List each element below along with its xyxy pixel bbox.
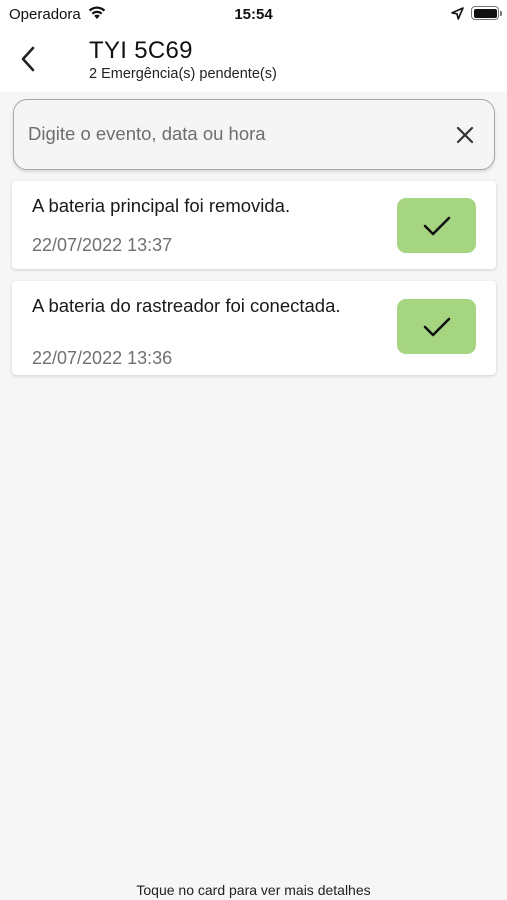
battery-icon <box>471 6 502 20</box>
search-input[interactable] <box>28 112 438 156</box>
event-description: A bateria principal foi removida. <box>32 195 291 216</box>
checkmark-icon <box>423 216 450 235</box>
clear-search-button[interactable] <box>452 122 478 148</box>
acknowledge-button[interactable] <box>397 299 476 354</box>
event-datetime: 22/07/2022 13:36 <box>32 348 173 368</box>
event-description: A bateria do rastreador foi conectada. <box>32 295 341 316</box>
chevron-left-icon <box>21 46 35 72</box>
back-button[interactable] <box>12 42 44 76</box>
search-box <box>13 99 495 170</box>
status-bar: Operadora 15:54 <box>0 0 507 30</box>
footer-hint: Toque no card para ver mais detalhes <box>136 882 371 898</box>
clock: 15:54 <box>234 6 273 23</box>
page-title: TYI 5C69 <box>89 37 193 64</box>
location-arrow-icon <box>451 7 464 20</box>
close-icon <box>456 126 474 144</box>
event-datetime: 22/07/2022 13:37 <box>32 235 173 255</box>
acknowledge-button[interactable] <box>397 198 476 253</box>
screen: Operadora 15:54 TYI 5C69 2 Emergência(s)… <box>0 0 507 900</box>
event-card[interactable]: A bateria principal foi removida. 22/07/… <box>12 181 496 269</box>
checkmark-icon <box>423 317 450 336</box>
event-card[interactable]: A bateria do rastreador foi conectada. 2… <box>12 281 496 375</box>
pending-count-subtitle: 2 Emergência(s) pendente(s) <box>89 66 277 82</box>
header: TYI 5C69 2 Emergência(s) pendente(s) <box>0 30 507 92</box>
